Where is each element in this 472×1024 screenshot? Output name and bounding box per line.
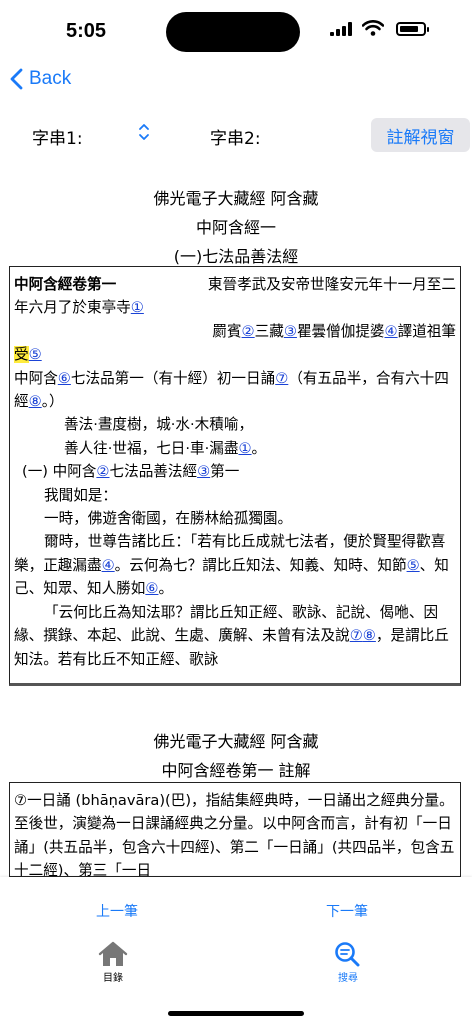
annotation-text: ⑦一日誦 (bhāṇavāra)(巴)，指結集經典時，一日誦出之經典分量。至後世… xyxy=(14,792,455,877)
footnote-ref[interactable]: ⑤ xyxy=(29,346,42,363)
scroll-title: 中阿含經卷第一 xyxy=(14,276,117,293)
footnote-ref[interactable]: ⑥ xyxy=(58,370,71,387)
bottom-toolbar: 上一筆 下一筆 目錄 搜尋 xyxy=(0,877,472,1024)
translator-text: 罽賓 xyxy=(212,322,242,340)
translator-text: 三藏 xyxy=(254,322,284,340)
tab-search[interactable]: 搜尋 xyxy=(334,941,362,984)
translator-text: 譯道祖筆 xyxy=(397,322,456,340)
footnote-ref[interactable]: ① xyxy=(238,440,251,457)
back-label: Back xyxy=(29,68,72,89)
footnote-ref[interactable]: ③ xyxy=(197,463,210,480)
verse-line: 善法·晝度樹，城·水·木積喻， xyxy=(64,416,254,434)
search-icon xyxy=(335,942,360,967)
collection-title: 佛光電子大藏經 阿含藏 xyxy=(153,189,319,208)
translation-note-tail: 年六月了於東亭寺 xyxy=(14,299,131,317)
status-bar: 5:05 xyxy=(0,0,472,60)
body-text: 。云何為七？謂比丘知法、知義、知時、知節 xyxy=(114,556,407,574)
section-heading: (一) 中阿含 xyxy=(22,463,97,481)
scripture-text-box[interactable]: 中阿含經卷第一 東晉孝武及安帝世隆安元年十一月至二 年六月了於東亭寺① 罽賓②三… xyxy=(9,266,461,686)
chapter-title: (一)七法品善法經 xyxy=(173,247,299,266)
annotation-collection-title: 佛光電子大藏經 阿含藏 xyxy=(153,732,319,751)
body-text: 我聞如是： xyxy=(44,486,117,504)
previous-button[interactable]: 上一筆 xyxy=(96,901,138,921)
footnote-ref[interactable]: ⑤ xyxy=(407,557,420,574)
translation-note-head: 東晉孝武及安帝世隆安元年十一月至二 xyxy=(207,276,456,293)
cellular-signal-icon xyxy=(330,22,352,36)
section-heading: 七法品善法經 xyxy=(109,463,198,481)
dynamic-island xyxy=(166,12,300,52)
string2-label: 字串2: xyxy=(210,129,261,149)
string1-label: 字串1: xyxy=(32,129,83,149)
body-text: 七法品第一（有十經）初一日誦 xyxy=(70,369,276,387)
body-text: 中阿含 xyxy=(14,369,58,387)
footnote-ref[interactable]: ⑥ xyxy=(145,580,158,597)
body-text: 一時，佛遊舍衛國，在勝林給孤獨園。 xyxy=(44,510,293,528)
footnote-ref[interactable]: ⑦ xyxy=(350,627,363,644)
footnote-ref[interactable]: ④ xyxy=(102,557,115,574)
footnote-ref[interactable]: ⑧ xyxy=(29,393,42,410)
annotation-text-box[interactable]: ⑦一日誦 (bhāṇavāra)(巴)，指結集經典時，一日誦出之經典分量。至後世… xyxy=(9,782,461,877)
next-button[interactable]: 下一筆 xyxy=(326,901,368,921)
string1-picker-chevron-icon[interactable] xyxy=(138,122,150,142)
verse-line: 善人往·世福，七日·車·漏盡 xyxy=(64,439,239,457)
footnote-ref[interactable]: ② xyxy=(96,463,109,480)
tab-contents[interactable]: 目錄 xyxy=(98,941,128,984)
section-heading: 第一 xyxy=(210,463,240,481)
annotation-window-button[interactable]: 註解視窗 xyxy=(371,118,470,152)
footnote-ref[interactable]: ⑧ xyxy=(363,627,376,644)
status-time: 5:05 xyxy=(66,20,107,42)
battery-icon xyxy=(396,22,429,36)
translator-text: 瞿曇僧伽提婆 xyxy=(296,322,385,340)
footnote-ref[interactable]: ③ xyxy=(284,323,297,340)
tab-contents-label: 目錄 xyxy=(103,973,123,984)
verse-line: 。 xyxy=(251,439,267,457)
body-text: 。） xyxy=(41,393,64,411)
footnote-ref[interactable]: ① xyxy=(131,299,144,316)
home-icon xyxy=(98,941,128,966)
body-text: （有五品半， xyxy=(288,369,376,387)
wifi-icon xyxy=(362,20,384,36)
back-button[interactable]: Back xyxy=(10,68,71,90)
highlighted-text: 受 xyxy=(14,346,29,364)
body-text: 。 xyxy=(158,580,174,598)
home-indicator xyxy=(168,1011,304,1016)
footnote-ref[interactable]: ④ xyxy=(385,323,398,340)
sutra-title: 中阿含經一 xyxy=(195,218,276,237)
footnote-ref[interactable]: ⑦ xyxy=(275,370,288,387)
chevron-left-icon xyxy=(10,68,23,90)
string-selector-row: 字串1: 字串2: 註解視窗 xyxy=(0,118,472,152)
body-text: 及說 xyxy=(320,627,350,645)
annotation-title: 中阿含經卷第一 註解 xyxy=(161,761,311,780)
tab-search-label: 搜尋 xyxy=(338,973,358,984)
footnote-ref[interactable]: ② xyxy=(242,323,255,340)
